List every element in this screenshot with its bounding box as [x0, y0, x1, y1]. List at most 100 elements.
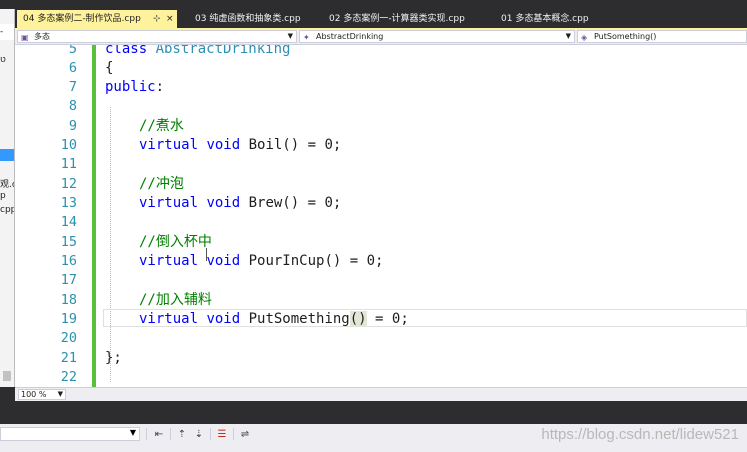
- scope-dropdown[interactable]: ✦ AbstractDrinking ▼: [299, 30, 575, 43]
- line-number: 8: [68, 98, 77, 114]
- panel-header-band: [0, 401, 747, 424]
- project-icon: ▣: [21, 33, 29, 42]
- method-name-token: PutSomething: [248, 311, 350, 327]
- toolbar-separator: [210, 428, 211, 440]
- panel-fragment: -: [0, 27, 4, 37]
- chevron-down-icon: ▼: [565, 32, 571, 40]
- line-number: 7: [68, 79, 77, 95]
- line-number: 20: [60, 330, 77, 346]
- indent-guide: [110, 107, 111, 382]
- keyword-token: virtual: [139, 311, 207, 327]
- class-name-token: AbstractDrinking: [155, 45, 291, 57]
- toolbar-separator: [233, 428, 234, 440]
- comment-token: //倒入杯中: [139, 234, 212, 250]
- editor-status-row: 100 % ▼: [15, 387, 747, 401]
- code-text: :: [155, 79, 165, 95]
- tab-label: 01 多态基本概念.cpp: [501, 14, 589, 24]
- watermark-text: https://blog.csdn.net/lidew521: [541, 426, 739, 443]
- comment-token: //加入辅料: [139, 292, 212, 308]
- tab-04-drink[interactable]: 04 多态案例二-制作饮品.cpp ⊹ ×: [17, 10, 177, 28]
- code-text: {: [105, 60, 114, 76]
- line-number: 12: [60, 176, 77, 192]
- code-text: };: [105, 350, 122, 366]
- solution-explorer-panel[interactable]: - ט 观.c p cpp: [0, 9, 15, 387]
- panel-scrollbar-thumb[interactable]: [3, 371, 11, 381]
- tab-label: 04 多态案例二-制作饮品.cpp: [23, 14, 141, 24]
- method-icon: ◈: [581, 33, 588, 42]
- code-line: //加入辅料: [139, 291, 212, 310]
- project-dropdown[interactable]: ▣ 多态 ▼: [17, 30, 297, 43]
- chevron-down-icon: ▼: [287, 32, 293, 40]
- code-line: //冲泡: [139, 175, 184, 194]
- panel-file-item[interactable]: cpp: [0, 205, 14, 215]
- output-toolbar: ▼ ⇤ ⇡ ⇣ ☰ ⇌ https://blog.csdn.net/lidew5…: [0, 424, 747, 452]
- document-tab-bar: 04 多态案例二-制作饮品.cpp ⊹ × 03 纯虚函数和抽象类.cpp 02…: [15, 9, 747, 28]
- code-text: Brew() = 0;: [248, 195, 342, 211]
- code-line: class AbstractDrinking: [105, 45, 290, 59]
- code-line: virtual void PutSomething() = 0;: [139, 310, 409, 329]
- keyword-token: class: [105, 45, 156, 57]
- code-line: virtual void Brew() = 0;: [139, 194, 341, 213]
- line-number: 10: [60, 137, 77, 153]
- line-number: 15: [60, 234, 77, 250]
- find-message-icon[interactable]: ⇤: [152, 428, 166, 441]
- code-text: Boil() = 0;: [248, 137, 342, 153]
- keyword-token: void: [206, 311, 249, 327]
- brace-match-highlight: (): [349, 311, 367, 327]
- tab-02-calculator[interactable]: 02 多态案例一-计算器类实现.cpp: [323, 10, 493, 28]
- panel-selected-item[interactable]: [0, 149, 14, 161]
- member-dropdown[interactable]: ◈ PutSomething(): [577, 30, 747, 43]
- line-number: 19: [60, 311, 77, 327]
- text-cursor: [206, 248, 207, 261]
- previous-message-icon[interactable]: ⇡: [175, 428, 189, 441]
- member-dropdown-value: PutSomething(): [594, 32, 657, 41]
- line-number: 11: [60, 156, 77, 172]
- line-number: 22: [60, 369, 77, 385]
- line-number: 13: [60, 195, 77, 211]
- code-line: //倒入杯中: [139, 233, 212, 252]
- chevron-down-icon: ▼: [129, 428, 136, 437]
- pin-icon[interactable]: ⊹: [153, 10, 161, 28]
- panel-file-item[interactable]: p: [0, 191, 6, 201]
- scope-dropdown-value: AbstractDrinking: [316, 32, 384, 41]
- tab-label: 03 纯虚函数和抽象类.cpp: [195, 14, 301, 24]
- line-number: 21: [60, 350, 77, 366]
- clear-all-icon[interactable]: ☰: [215, 428, 229, 441]
- keyword-token: virtual: [139, 137, 207, 153]
- close-icon[interactable]: ×: [166, 10, 174, 28]
- zoom-dropdown[interactable]: 100 % ▼: [18, 389, 66, 400]
- project-dropdown-value: 多态: [34, 32, 50, 41]
- zoom-value: 100 %: [21, 390, 47, 399]
- keyword-token: void: [206, 253, 249, 269]
- code-line: //煮水: [139, 117, 184, 136]
- line-number: 5: [68, 45, 77, 57]
- keyword-token: virtual: [139, 253, 207, 269]
- line-number-gutter: 5 6 7 8 9 10 11 12 13 14 15 16 17 18 19 …: [15, 45, 91, 387]
- line-number: 17: [60, 272, 77, 288]
- line-number: 18: [60, 292, 77, 308]
- navigation-bar: ▣ 多态 ▼ ✦ AbstractDrinking ▼ ◈ PutSomethi…: [15, 30, 747, 45]
- line-number: 16: [60, 253, 77, 269]
- line-number: 9: [68, 118, 77, 134]
- toolbar-separator: [170, 428, 171, 440]
- keyword-token: public: [105, 79, 156, 95]
- code-line: public:: [105, 78, 164, 97]
- output-source-dropdown[interactable]: ▼: [0, 427, 140, 441]
- code-line: virtual void Boil() = 0;: [139, 136, 341, 155]
- code-editor[interactable]: 5 6 7 8 9 10 11 12 13 14 15 16 17 18 19 …: [15, 45, 747, 387]
- code-text: PourInCup() = 0;: [248, 253, 384, 269]
- code-line: virtual void PourInCup() = 0;: [139, 252, 383, 271]
- tab-03-pure-virtual[interactable]: 03 纯虚函数和抽象类.cpp: [189, 10, 337, 28]
- tab-label: 02 多态案例一-计算器类实现.cpp: [329, 14, 465, 24]
- toolbar-separator: [146, 428, 147, 440]
- word-wrap-icon[interactable]: ⇌: [238, 428, 252, 441]
- tab-01-basics[interactable]: 01 多态基本概念.cpp: [495, 10, 615, 28]
- comment-token: //冲泡: [139, 176, 184, 192]
- next-message-icon[interactable]: ⇣: [192, 428, 206, 441]
- change-tracking-bar: [92, 45, 96, 387]
- chevron-down-icon: ▼: [57, 390, 63, 398]
- keyword-token: void: [206, 195, 249, 211]
- class-icon: ✦: [303, 33, 310, 42]
- panel-file-item[interactable]: 观.c: [0, 177, 14, 190]
- panel-fragment: ט: [0, 55, 6, 65]
